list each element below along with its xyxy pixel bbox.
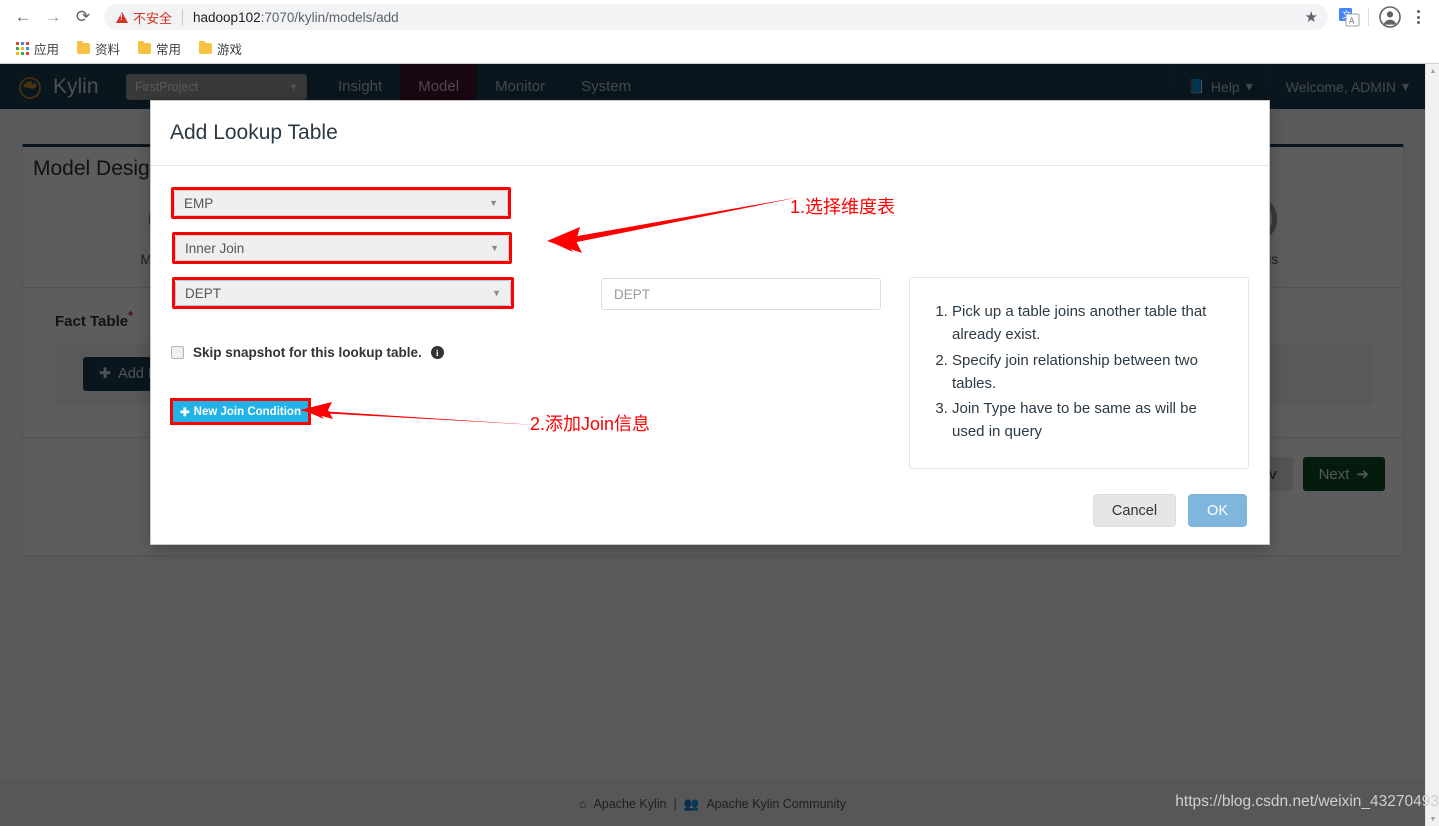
- alias-input-value: DEPT: [614, 286, 651, 302]
- folder-icon: [138, 41, 152, 54]
- scroll-up-arrow-icon[interactable]: ▲: [1426, 64, 1439, 78]
- bookmark-item-youxi[interactable]: 游戏: [191, 36, 250, 61]
- skip-snapshot-checkbox[interactable]: [171, 346, 184, 359]
- tips-panel: Tips Pick up a table joins another table…: [909, 277, 1249, 469]
- lookup-table-select[interactable]: DEPT ▼: [175, 280, 511, 306]
- browser-nav-bar: ← → ⟳ 不安全 hadoop102:7070/kylin/models/ad…: [0, 0, 1439, 34]
- bookmark-item-apps[interactable]: 应用: [8, 36, 67, 61]
- cancel-button[interactable]: Cancel: [1092, 494, 1177, 527]
- scroll-down-arrow-icon[interactable]: ▼: [1426, 812, 1439, 826]
- alias-input[interactable]: DEPT: [601, 278, 881, 310]
- fact-table-select-value: EMP: [184, 195, 214, 211]
- skip-snapshot-row[interactable]: Skip snapshot for this lookup table. i: [171, 345, 444, 360]
- modal-title: Add Lookup Table: [170, 121, 338, 144]
- modal-footer: Cancel OK: [151, 477, 1269, 544]
- chevron-down-icon: ▼: [489, 198, 498, 208]
- bookmark-label: 应用: [34, 43, 60, 57]
- info-icon[interactable]: i: [430, 346, 444, 359]
- new-join-condition-highlight: ✚ New Join Condition: [170, 398, 311, 425]
- modal-header: Add Lookup Table: [151, 101, 1269, 166]
- folder-icon: [77, 41, 91, 54]
- bookmark-star-icon[interactable]: ★: [1305, 8, 1318, 26]
- back-arrow-icon[interactable]: ←: [8, 2, 38, 32]
- new-join-condition-button[interactable]: ✚ New Join Condition: [173, 401, 308, 422]
- modal-body: EMP ▼ Inner Join ▼ DEPT ▼ AS DEPT Skip s…: [151, 167, 1269, 479]
- lookup-table-select-highlight: DEPT ▼: [172, 277, 514, 309]
- plus-icon: ✚: [180, 406, 190, 419]
- address-bar[interactable]: 不安全 hadoop102:7070/kylin/models/add ★: [104, 4, 1328, 30]
- warning-triangle-icon: [116, 11, 128, 23]
- omnibox-divider: [182, 9, 184, 25]
- apps-grid-icon: [16, 42, 29, 55]
- lookup-table-select-value: DEPT: [185, 285, 222, 301]
- translate-icon[interactable]: 文 A: [1338, 7, 1360, 27]
- fact-table-select[interactable]: EMP ▼: [174, 190, 508, 216]
- profile-avatar-icon[interactable]: [1377, 4, 1403, 30]
- bookmark-label: 游戏: [217, 43, 243, 57]
- bookmarks-bar: 应用 资料 常用 游戏: [0, 34, 1439, 63]
- bookmark-label: 常用: [156, 43, 182, 57]
- tips-item: Join Type have to be same as will be use…: [952, 397, 1228, 444]
- browser-toolbar-actions: 文 A: [1338, 4, 1439, 30]
- new-join-condition-label: New Join Condition: [193, 405, 301, 418]
- browser-chrome: ← → ⟳ 不安全 hadoop102:7070/kylin/models/ad…: [0, 0, 1439, 64]
- folder-icon: [199, 41, 213, 54]
- tips-item: Specify join relationship between two ta…: [952, 349, 1228, 396]
- page-scrollbar[interactable]: ▲ ▼: [1425, 64, 1439, 826]
- join-type-select-highlight: Inner Join ▼: [172, 232, 512, 264]
- forward-arrow-icon[interactable]: →: [38, 2, 68, 32]
- ok-button[interactable]: OK: [1188, 494, 1247, 527]
- not-secure-indicator[interactable]: 不安全: [116, 8, 172, 27]
- toolbar-divider: [1368, 8, 1369, 26]
- not-secure-label: 不安全: [133, 10, 173, 26]
- join-type-select[interactable]: Inner Join ▼: [175, 235, 509, 261]
- bookmark-item-ziliao[interactable]: 资料: [69, 36, 128, 61]
- reload-icon[interactable]: ⟳: [68, 2, 98, 32]
- svg-text:A: A: [1349, 17, 1355, 26]
- skip-snapshot-label: Skip snapshot for this lookup table.: [193, 345, 422, 360]
- add-lookup-table-modal: Add Lookup Table EMP ▼ Inner Join ▼ DEPT…: [150, 100, 1270, 545]
- tips-item: Pick up a table joins another table that…: [952, 300, 1228, 347]
- url-text: hadoop102:7070/kylin/models/add: [193, 9, 399, 25]
- fact-table-select-highlight: EMP ▼: [171, 187, 511, 219]
- csdn-watermark: https://blog.csdn.net/weixin_43270493: [1175, 793, 1439, 810]
- join-type-select-value: Inner Join: [185, 240, 245, 256]
- bookmark-item-changyong[interactable]: 常用: [130, 36, 189, 61]
- chevron-down-icon: ▼: [492, 288, 501, 298]
- browser-menu-icon[interactable]: [1405, 4, 1431, 30]
- bookmark-label: 资料: [95, 43, 121, 57]
- tips-list: Pick up a table joins another table that…: [910, 278, 1248, 444]
- chevron-down-icon: ▼: [490, 243, 499, 253]
